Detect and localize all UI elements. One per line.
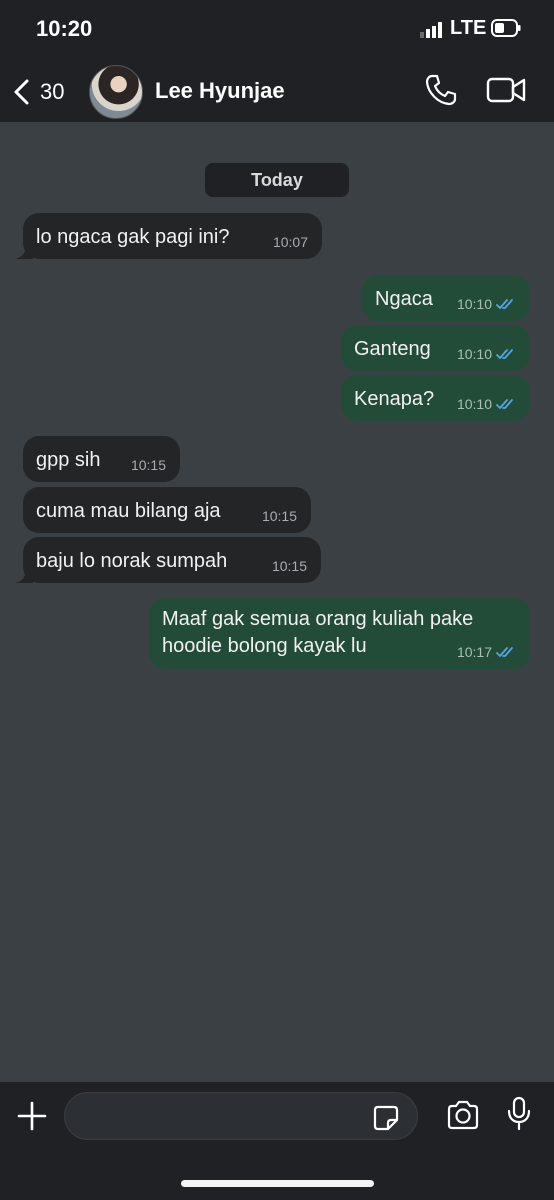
message-outgoing[interactable]: Kenapa? 10:10: [341, 375, 530, 421]
message-incoming[interactable]: gpp sih 10:15: [23, 436, 180, 482]
message-time: 10:10: [456, 396, 492, 412]
message-meta: 10:10: [457, 296, 518, 312]
plus-icon[interactable]: [17, 1101, 47, 1131]
bubble-tail: [15, 245, 33, 259]
chat-header: 10:20 LTE 30 Lee Hyunjae: [0, 0, 554, 122]
message-incoming[interactable]: cuma mau bilang aja 10:15: [23, 487, 311, 533]
camera-icon[interactable]: [446, 1100, 480, 1130]
unread-count: 30: [40, 79, 65, 104]
message-time: 10:10: [456, 346, 492, 362]
message-meta: 10:10: [457, 396, 518, 412]
message-incoming[interactable]: lo ngaca gak pagi ini? 10:07: [15, 213, 322, 259]
message-outgoing[interactable]: Ngaca 10:10: [362, 275, 530, 321]
message-meta: 10:17: [457, 644, 518, 660]
message-input[interactable]: [64, 1092, 418, 1140]
bubble-tail: [15, 569, 33, 583]
double-check-icon: [496, 299, 513, 309]
message-text: Kenapa?: [354, 388, 435, 410]
message-time: 10:10: [456, 296, 492, 312]
double-check-icon: [496, 647, 513, 657]
message-text: lo ngaca gak pagi ini?: [36, 226, 230, 248]
message-time: 10:15: [271, 558, 307, 574]
chat-screen: 10:20 LTE 30 Lee Hyunjae Today lo ngaca …: [0, 0, 554, 1200]
message-time: 10:15: [261, 508, 297, 524]
back-button[interactable]: 30: [12, 72, 92, 112]
message-text: gpp sih: [36, 449, 101, 471]
home-indicator[interactable]: [181, 1180, 374, 1187]
message-outgoing[interactable]: Ganteng 10:10: [341, 325, 530, 371]
video-camera-icon[interactable]: [486, 75, 526, 105]
message-text: baju lo norak sumpah: [36, 550, 228, 572]
contact-name[interactable]: Lee Hyunjae: [155, 78, 285, 104]
message-time: 10:17: [456, 644, 492, 660]
phone-icon[interactable]: [424, 73, 458, 107]
message-text: cuma mau bilang aja: [36, 500, 221, 522]
microphone-icon[interactable]: [506, 1096, 532, 1132]
double-check-icon: [496, 399, 513, 409]
message-composer: [0, 1082, 554, 1200]
message-incoming[interactable]: baju lo norak sumpah 10:15: [15, 537, 321, 583]
message-text: Ngaca: [375, 288, 433, 310]
contact-avatar[interactable]: [89, 65, 143, 119]
message-time: 10:07: [272, 234, 308, 250]
date-separator: Today: [205, 163, 349, 197]
signal-strength-icon: [420, 22, 442, 38]
status-time: 10:20: [36, 16, 93, 41]
sticker-icon[interactable]: [372, 1104, 400, 1132]
message-text: Ganteng: [354, 338, 431, 360]
network-type: LTE: [450, 17, 487, 39]
message-outgoing[interactable]: Maaf gak semua orang kuliah pake hoodie …: [149, 598, 530, 669]
battery-icon: [491, 19, 521, 37]
message-time: 10:15: [130, 457, 166, 473]
message-meta: 10:10: [457, 346, 518, 362]
double-check-icon: [496, 349, 513, 359]
chevron-left-icon: [14, 79, 29, 105]
